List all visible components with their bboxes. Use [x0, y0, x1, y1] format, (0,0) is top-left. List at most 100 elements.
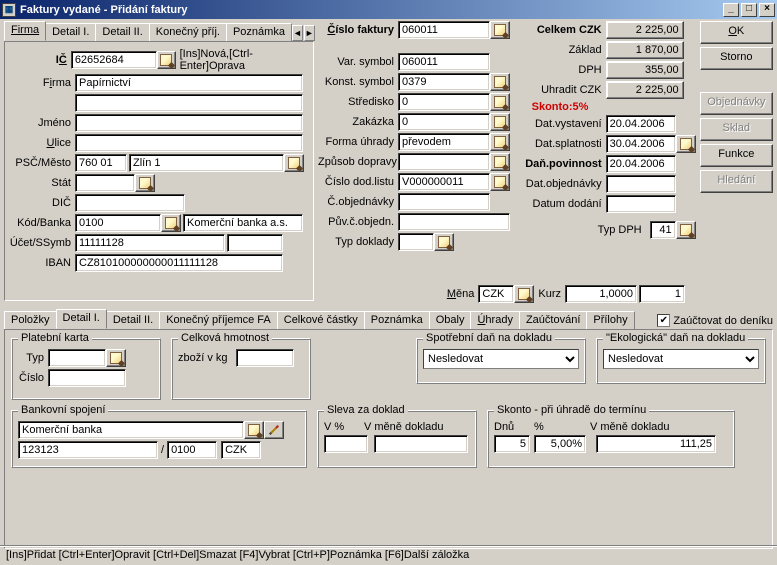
- ucet-input[interactable]: [75, 234, 225, 252]
- konst-symbol-lookup-icon[interactable]: [490, 73, 510, 91]
- zpusob-dopravy-input[interactable]: [398, 153, 490, 171]
- hledani-button[interactable]: Hledání: [700, 170, 773, 193]
- karta-typ-input[interactable]: [48, 349, 106, 367]
- iban-input[interactable]: [75, 254, 283, 272]
- platebni-karta-legend: Platební karta: [18, 332, 92, 344]
- cislo-dod-listu-lookup-icon[interactable]: [490, 173, 510, 191]
- stredisko-lookup-icon[interactable]: [490, 93, 510, 111]
- sleva-legend: Sleva za doklad: [324, 404, 408, 416]
- eko-dan-select[interactable]: Nesledovat: [603, 349, 759, 369]
- tab-firma[interactable]: Firma: [4, 21, 46, 41]
- ic-lookup-icon[interactable]: [157, 51, 176, 69]
- zauctovat-checkbox[interactable]: ✔Zaúčtovat do deníku: [657, 314, 773, 327]
- forma-uhrady-lookup-icon[interactable]: [490, 133, 510, 151]
- zbozi-kg-input[interactable]: [236, 349, 294, 367]
- skonto-pct-input[interactable]: [534, 435, 586, 453]
- c-objednavky-input[interactable]: [398, 193, 490, 211]
- tab-obaly[interactable]: Obaly: [429, 311, 472, 329]
- maximize-button[interactable]: □: [741, 3, 757, 17]
- typ-doklady-lookup-icon[interactable]: [434, 233, 454, 251]
- zakazka-lookup-icon[interactable]: [490, 113, 510, 131]
- cislo-faktury-input[interactable]: [398, 21, 490, 39]
- tab-poznamka2[interactable]: Poznámka: [364, 311, 430, 329]
- firma2-input[interactable]: [75, 94, 303, 112]
- mena-input[interactable]: [478, 285, 514, 303]
- zpusob-dopravy-lookup-icon[interactable]: [490, 153, 510, 171]
- tab-konecny-prijemce[interactable]: Konečný příjemce FA: [159, 311, 278, 329]
- mena-lookup-icon[interactable]: [514, 285, 534, 303]
- tab-scroll-right[interactable]: ►: [304, 25, 315, 41]
- banka-kod-input[interactable]: [167, 441, 217, 459]
- funkce-button[interactable]: Funkce: [700, 144, 773, 167]
- karta-typ-lookup-icon[interactable]: [106, 349, 126, 367]
- stredisko-input[interactable]: [398, 93, 490, 111]
- dph-value: 355,00: [606, 61, 684, 79]
- top-tabstrip: Firma Detail I. Detail II. Konečný příj.…: [4, 21, 314, 41]
- stat-lookup-icon[interactable]: [135, 174, 155, 192]
- typ-dph-input[interactable]: [650, 221, 676, 239]
- banka-ucet-input[interactable]: [18, 441, 158, 459]
- sleva-pct-input[interactable]: [324, 435, 368, 453]
- banka-input[interactable]: [183, 214, 303, 232]
- zakazka-input[interactable]: [398, 113, 490, 131]
- mesto-lookup-icon[interactable]: [284, 154, 304, 172]
- dat-objednavky-input[interactable]: [606, 175, 676, 193]
- dat-splatnosti-lookup-icon[interactable]: [676, 135, 696, 153]
- dat-vystaveni-input[interactable]: [606, 115, 676, 133]
- datum-dodani-input[interactable]: [606, 195, 676, 213]
- tab-konecny[interactable]: Konečný příj.: [149, 23, 227, 41]
- ssymb-input[interactable]: [227, 234, 283, 252]
- firma-input[interactable]: [75, 74, 303, 92]
- banka-lookup-icon[interactable]: [161, 214, 181, 232]
- banka-edit-icon[interactable]: [264, 421, 284, 439]
- sklad-button[interactable]: Sklad: [700, 118, 773, 141]
- stat-input[interactable]: [75, 174, 135, 192]
- jmeno-input[interactable]: [75, 114, 303, 132]
- objednavky-button[interactable]: Objednávky: [700, 92, 773, 115]
- puv-c-objedn-input[interactable]: [398, 213, 510, 231]
- banka-nazev-lookup-icon[interactable]: [244, 421, 264, 439]
- kurz1-input[interactable]: [565, 285, 637, 303]
- tab-detail-ii[interactable]: Detail II.: [106, 311, 160, 329]
- dic-input[interactable]: [75, 194, 185, 212]
- dan-povinnost-input[interactable]: [606, 155, 676, 173]
- tab-prilohy[interactable]: Přílohy: [586, 311, 634, 329]
- typ-doklady-input[interactable]: [398, 233, 434, 251]
- tab-detail2[interactable]: Detail II.: [95, 23, 149, 41]
- minimize-button[interactable]: _: [723, 3, 739, 17]
- ulice-input[interactable]: [75, 134, 303, 152]
- ic-hint: [Ins]Nová,[Ctrl-Enter]Oprava: [180, 48, 309, 72]
- banka-mena-input[interactable]: [221, 441, 261, 459]
- typ-dph-lookup-icon[interactable]: [676, 221, 696, 239]
- skonto-dnu-input[interactable]: [494, 435, 530, 453]
- konst-symbol-input[interactable]: [398, 73, 490, 91]
- close-button[interactable]: ×: [759, 3, 775, 17]
- tab-polozky[interactable]: Položky: [4, 311, 57, 329]
- detail-tabstrip: Položky Detail I. Detail II. Konečný pří…: [4, 309, 773, 329]
- sleva-mene-input[interactable]: [374, 435, 468, 453]
- cislo-dod-listu-input[interactable]: [398, 173, 490, 191]
- celkova-hmotnost-legend: Celková hmotnost: [178, 332, 272, 344]
- tab-poznamka[interactable]: Poznámka: [226, 23, 292, 41]
- psc-input[interactable]: [75, 154, 127, 172]
- kod-input[interactable]: [75, 214, 161, 232]
- kurz2-input[interactable]: [639, 285, 685, 303]
- tab-celkove-castky[interactable]: Celkové částky: [277, 311, 365, 329]
- banka-nazev-input[interactable]: [18, 421, 244, 439]
- tab-detail-i[interactable]: Detail I.: [56, 309, 107, 329]
- spotrebni-dan-select[interactable]: Nesledovat: [423, 349, 579, 369]
- forma-uhrady-input[interactable]: [398, 133, 490, 151]
- cislo-faktury-lookup-icon[interactable]: [490, 21, 510, 39]
- tab-scroll-left[interactable]: ◄: [292, 25, 303, 41]
- storno-button[interactable]: Storno: [700, 47, 773, 70]
- ic-input[interactable]: [71, 51, 157, 69]
- skonto-mene-input[interactable]: [596, 435, 716, 453]
- tab-uhrady[interactable]: Úhrady: [470, 311, 519, 329]
- tab-detail1[interactable]: Detail I.: [45, 23, 96, 41]
- dat-splatnosti-input[interactable]: [606, 135, 676, 153]
- karta-cislo-input[interactable]: [48, 369, 126, 387]
- ok-button[interactable]: OK: [700, 21, 773, 44]
- tab-zauctovani[interactable]: Zaúčtování: [519, 311, 587, 329]
- mesto-input[interactable]: [129, 154, 284, 172]
- var-symbol-input[interactable]: [398, 53, 490, 71]
